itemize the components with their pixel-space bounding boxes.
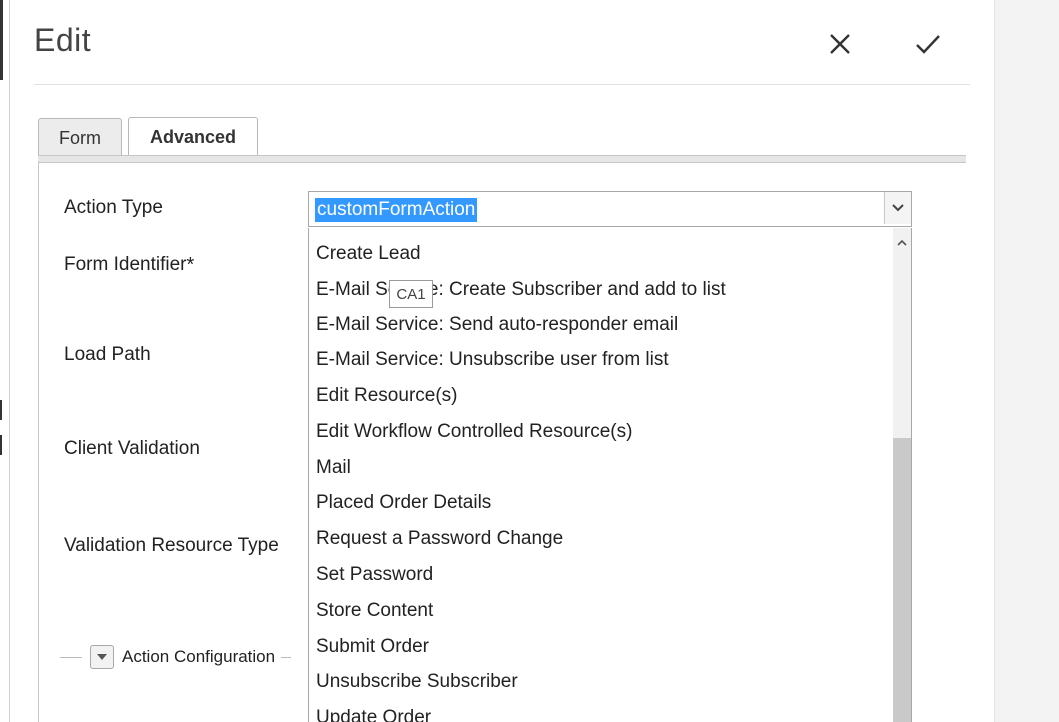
close-icon bbox=[830, 34, 850, 54]
panel-border bbox=[38, 161, 39, 722]
tab-advanced[interactable]: Advanced bbox=[128, 117, 258, 156]
left-edge-background bbox=[0, 0, 10, 722]
form-identifier-text: Form Identifier bbox=[64, 254, 187, 275]
tab-underline bbox=[38, 155, 966, 163]
dropdown-option[interactable]: Mail bbox=[316, 457, 351, 479]
section-label: Action Configuration bbox=[122, 647, 276, 666]
section-collapse-button[interactable] bbox=[90, 645, 114, 669]
dropdown-option[interactable]: Unsubscribe Subscriber bbox=[316, 671, 518, 693]
dropdown-option[interactable]: Submit Order bbox=[316, 636, 429, 658]
title-divider bbox=[34, 84, 970, 85]
edge-mark bbox=[0, 435, 2, 455]
dropdown-option[interactable]: Edit Resource(s) bbox=[316, 385, 458, 407]
close-button[interactable] bbox=[822, 26, 858, 62]
tab-form[interactable]: Form bbox=[38, 118, 122, 157]
select-toggle-button[interactable] bbox=[884, 192, 911, 224]
scrollbar-thumb[interactable] bbox=[893, 438, 911, 722]
dropdown-option[interactable]: Edit Workflow Controlled Resource(s) bbox=[316, 421, 632, 443]
dropdown-option[interactable]: Store Content bbox=[316, 600, 433, 622]
action-type-label: Action Type bbox=[64, 197, 163, 218]
chevron-up-icon bbox=[897, 239, 907, 246]
background-panel bbox=[994, 0, 1059, 722]
dropdown-option[interactable]: Set Password bbox=[316, 564, 433, 586]
action-configuration-section: Action Configuration bbox=[60, 643, 292, 671]
dropdown-option[interactable]: Create Lead bbox=[316, 243, 421, 265]
action-type-select[interactable]: customFormAction bbox=[308, 191, 912, 227]
edit-dialog: Edit Form Advanced Action Type Form Iden… bbox=[10, 0, 994, 722]
action-type-value: customFormAction bbox=[315, 198, 478, 222]
section-divider bbox=[281, 656, 292, 658]
chevron-down-icon bbox=[892, 204, 904, 212]
scrollbar-track[interactable] bbox=[893, 228, 911, 722]
required-marker: * bbox=[186, 254, 195, 276]
dialog-title: Edit bbox=[34, 22, 92, 58]
dropdown-option[interactable]: E-Mail Service: Create Subscriber and ad… bbox=[316, 279, 726, 301]
dropdown-option[interactable]: Update Order bbox=[316, 707, 431, 722]
load-path-label: Load Path bbox=[64, 344, 151, 365]
section-divider bbox=[60, 656, 82, 658]
edge-mark bbox=[0, 0, 3, 80]
client-validation-label: Client Validation bbox=[64, 438, 200, 459]
edge-mark bbox=[0, 400, 2, 420]
dropdown-option[interactable]: E-Mail Service: Unsubscribe user from li… bbox=[316, 349, 669, 371]
validation-resource-type-label: Validation Resource Type bbox=[64, 535, 279, 556]
dropdown-option[interactable]: Request a Password Change bbox=[316, 528, 563, 550]
checkmark-icon bbox=[916, 35, 940, 54]
confirm-button[interactable] bbox=[910, 26, 946, 62]
scroll-up-button[interactable] bbox=[893, 232, 911, 252]
dropdown-option[interactable]: E-Mail Service: Send auto-responder emai… bbox=[316, 314, 678, 336]
dropdown-option[interactable]: Placed Order Details bbox=[316, 492, 491, 514]
caret-down-icon bbox=[97, 654, 107, 660]
tooltip: CA1 bbox=[389, 280, 433, 308]
form-identifier-label: Form Identifier* bbox=[64, 254, 194, 277]
